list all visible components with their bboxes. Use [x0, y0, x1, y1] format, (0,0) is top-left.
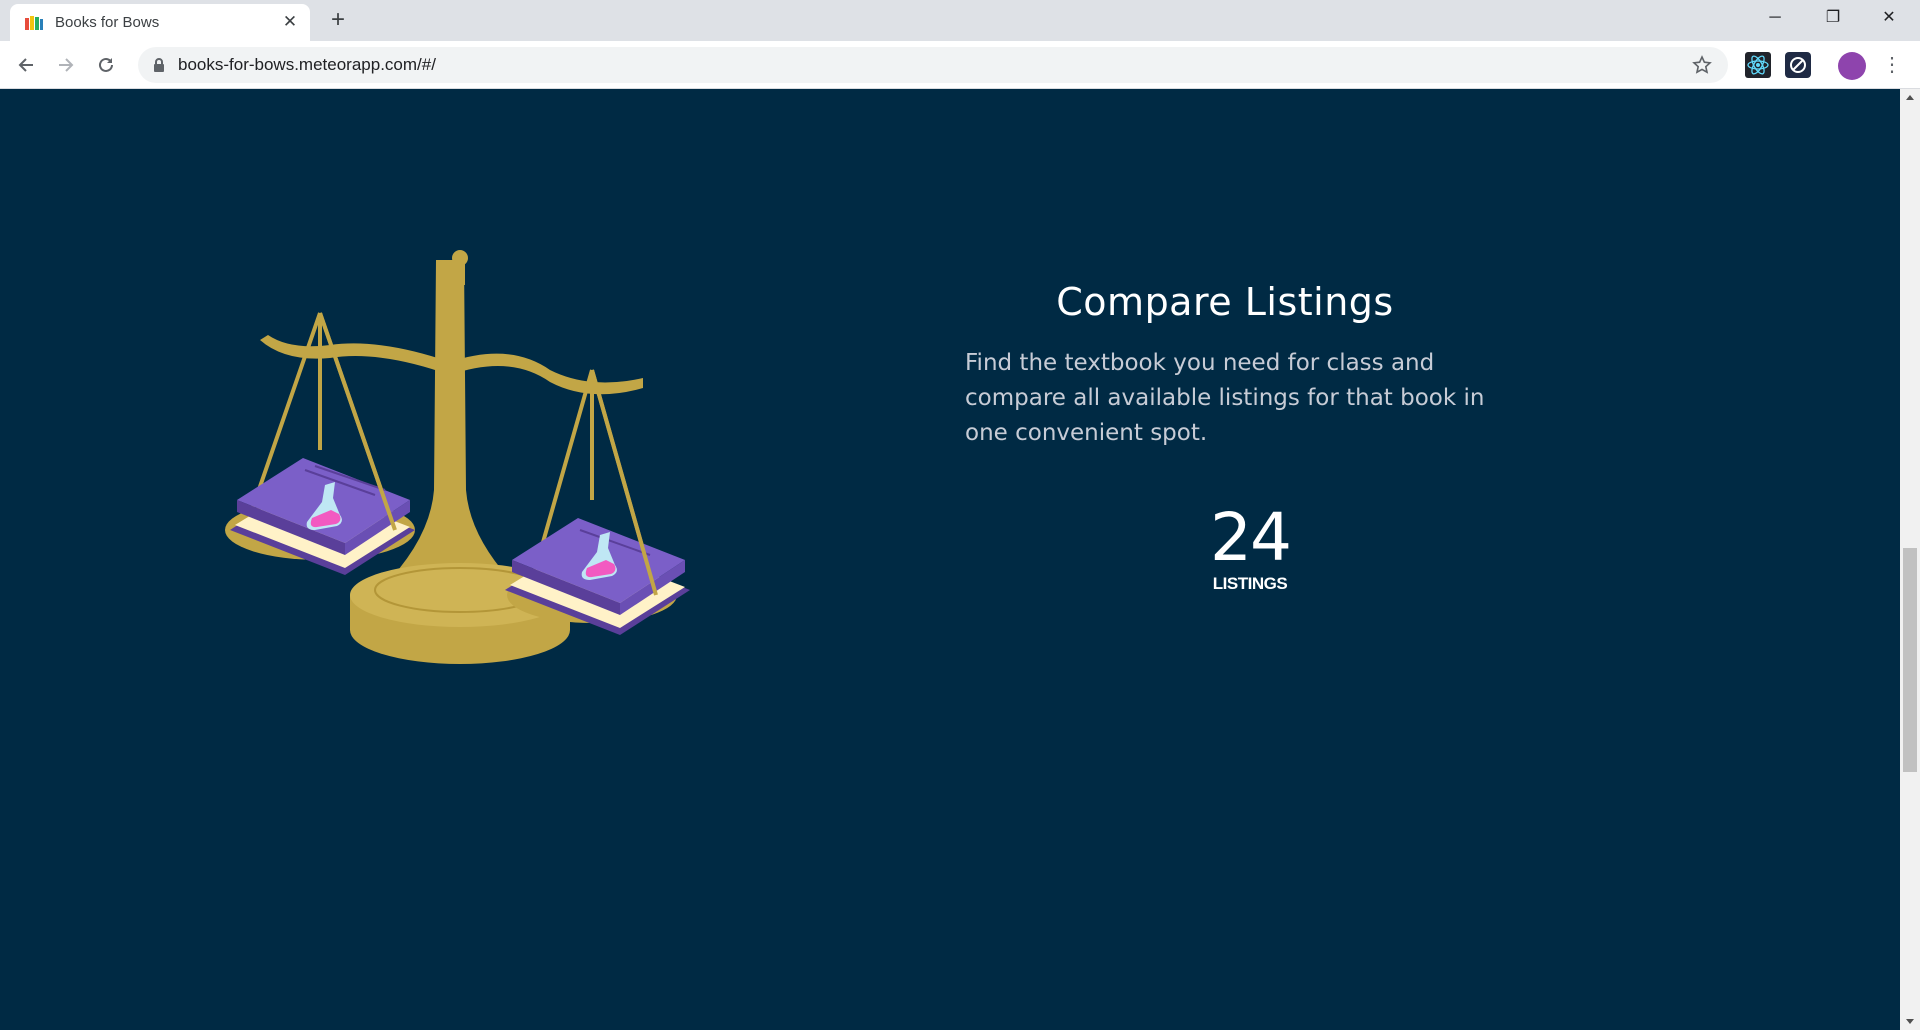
arrow-left-icon [18, 58, 33, 72]
listings-stat: 24 LISTINGS [1175, 502, 1325, 594]
scale-with-books-illustration [225, 250, 690, 664]
restore-button[interactable]: ❐ [1810, 2, 1856, 34]
browser-toolbar: books-for-bows.meteorapp.com/#/ ⋮ [0, 41, 1920, 89]
lock-icon [154, 58, 164, 72]
star-icon[interactable] [1692, 55, 1712, 75]
feature-title: Compare Listings [1056, 280, 1394, 324]
tab-close-icon[interactable]: ✕ [280, 12, 300, 32]
extension-icon[interactable] [1785, 52, 1811, 78]
books-favicon-icon [25, 16, 43, 30]
forward-button[interactable] [52, 51, 80, 79]
address-bar[interactable]: books-for-bows.meteorapp.com/#/ [138, 47, 1728, 83]
page-scrollbar[interactable] [1900, 89, 1920, 1030]
listings-label: LISTINGS [1212, 574, 1288, 593]
more-vert-icon[interactable]: ⋮ [1882, 51, 1902, 79]
minimize-button[interactable]: ─ [1752, 2, 1798, 34]
new-tab-button[interactable]: + [326, 8, 350, 33]
avatar[interactable] [1838, 52, 1866, 80]
browser-tab[interactable]: Books for Bows ✕ [10, 4, 310, 41]
scroll-down-arrow-icon[interactable] [1906, 1019, 1914, 1024]
reload-icon [99, 57, 113, 72]
scroll-up-arrow-icon[interactable] [1906, 95, 1914, 100]
listings-count: 24 [1210, 499, 1292, 576]
tab-title: Books for Bows [55, 14, 160, 31]
scroll-thumb[interactable] [1903, 548, 1917, 772]
compare-listings-feature: Compare Listings Find the textbook you n… [965, 280, 1525, 451]
close-window-button[interactable]: ✕ [1866, 2, 1912, 34]
back-button[interactable] [12, 51, 40, 79]
arrow-right-icon [59, 58, 74, 72]
tab-strip: Books for Bows ✕ + ─ ❐ ✕ [0, 0, 1920, 41]
url-text: books-for-bows.meteorapp.com/#/ [178, 55, 436, 74]
reload-button[interactable] [92, 51, 120, 79]
feature-description: Find the textbook you need for class and… [965, 350, 1485, 446]
react-icon[interactable] [1745, 52, 1771, 78]
